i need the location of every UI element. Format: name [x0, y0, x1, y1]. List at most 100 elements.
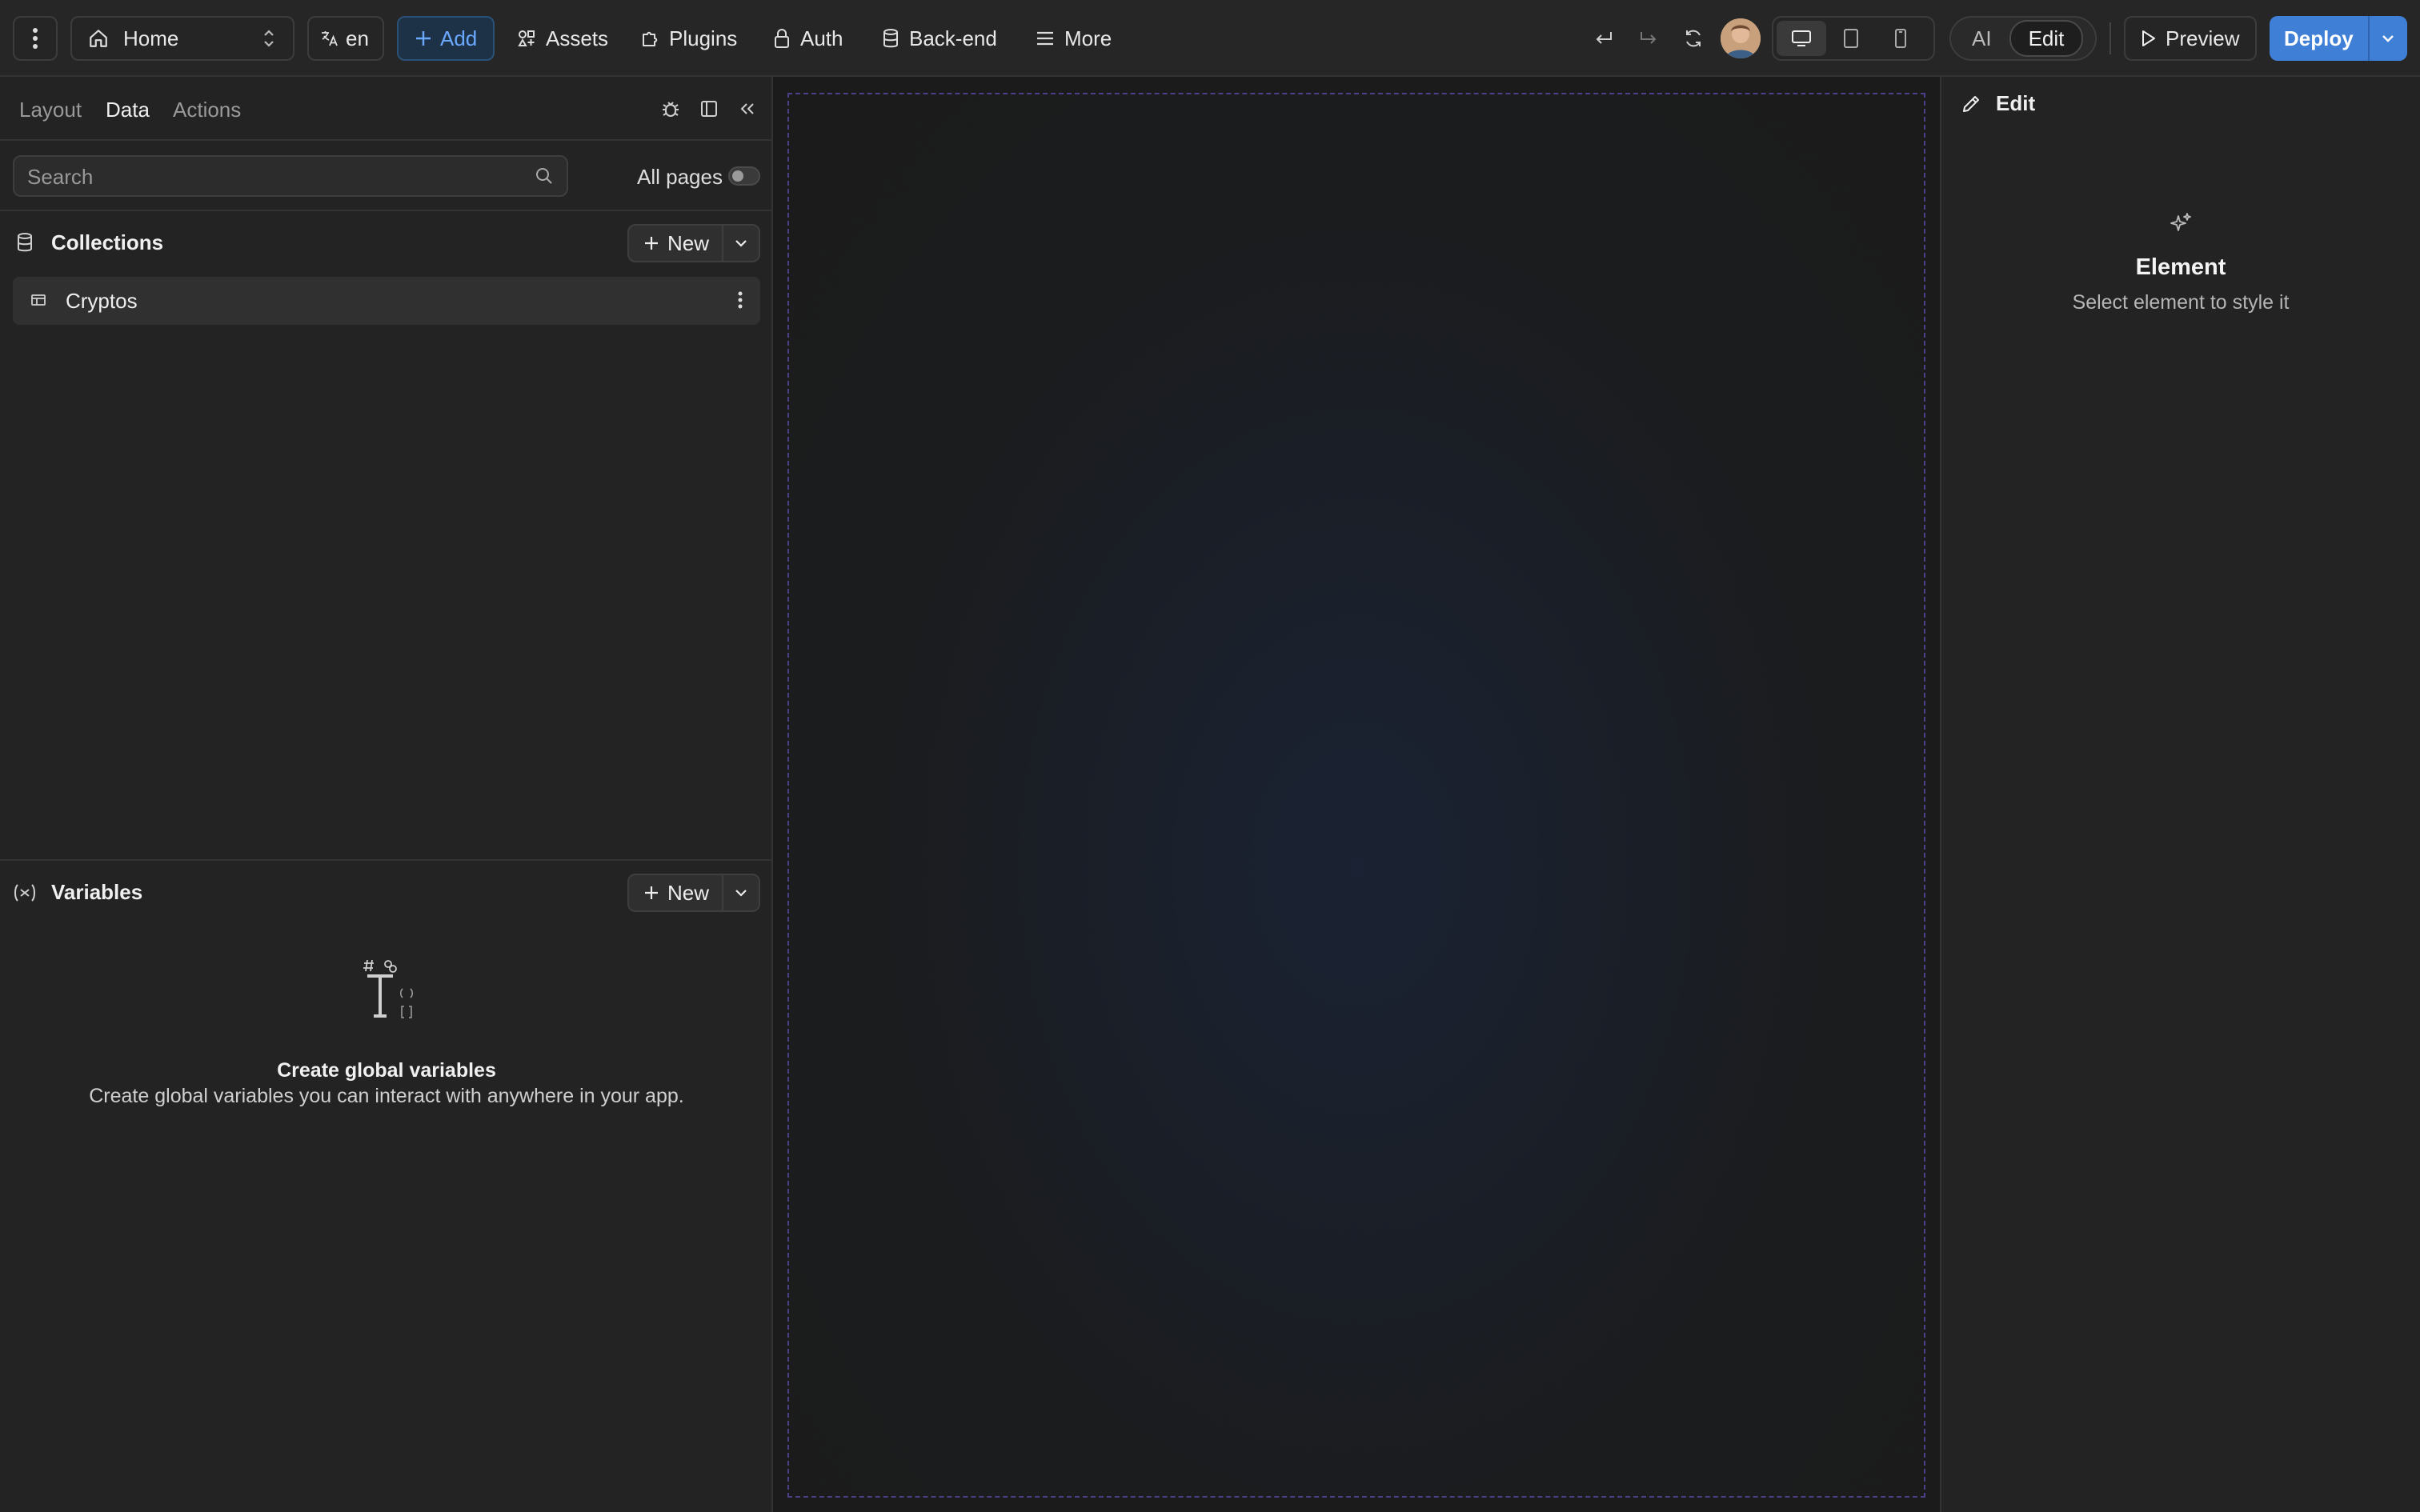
- tab-actions[interactable]: Actions: [173, 98, 241, 122]
- mode-ai-button[interactable]: AI: [1954, 22, 2009, 55]
- nav-assets[interactable]: Assets: [517, 16, 608, 61]
- preview-button[interactable]: Preview: [2124, 16, 2257, 61]
- search-icon: [535, 166, 554, 186]
- device-mobile-button[interactable]: [1876, 21, 1925, 56]
- chevron-down-icon: [735, 239, 747, 247]
- right-panel: Edit Element Select element to style it: [1940, 77, 2420, 1512]
- plus-icon: [415, 30, 432, 47]
- redo-button[interactable]: [1636, 16, 1661, 61]
- collections-new-button[interactable]: New: [629, 226, 722, 261]
- language-label: en: [346, 26, 369, 50]
- edit-header: Edit: [1961, 91, 2035, 116]
- add-button-label: Add: [440, 26, 478, 50]
- variables-header: Variables New: [0, 861, 773, 925]
- tab-layout[interactable]: Layout: [19, 98, 82, 122]
- nav-assets-label: Assets: [546, 26, 609, 50]
- puzzle-icon: [640, 29, 659, 48]
- variables-new-label: New: [667, 880, 709, 905]
- nav-backend[interactable]: Back-end: [882, 16, 997, 61]
- chevron-down-icon: [735, 889, 747, 897]
- database-icon: [16, 232, 34, 253]
- page-selector[interactable]: Home: [70, 16, 294, 61]
- hamburger-icon: [1036, 30, 1055, 46]
- element-subtitle: Select element to style it: [2072, 291, 2290, 314]
- variables-new-options[interactable]: [722, 875, 759, 910]
- plus-icon: [643, 235, 659, 251]
- panel-tabs: Layout Data Actions: [0, 77, 771, 141]
- device-switcher: [1772, 16, 1935, 61]
- nav-backend-label: Back-end: [909, 26, 997, 50]
- pencil-icon: [1961, 94, 1981, 114]
- split-panel-icon[interactable]: [696, 96, 722, 122]
- variables-empty-illustration: [0, 957, 773, 1033]
- chevron-down-icon: [2381, 34, 2395, 43]
- variables-empty-description: Create global variables you can interact…: [89, 1085, 684, 1107]
- collection-item-label: Cryptos: [66, 289, 138, 313]
- editor-canvas-area: [773, 77, 1940, 1512]
- collections-new-options[interactable]: [722, 226, 759, 261]
- redo-icon: [1638, 30, 1659, 47]
- page-canvas[interactable]: [787, 93, 1925, 1498]
- device-desktop-button[interactable]: [1777, 21, 1826, 56]
- refresh-icon: [1683, 28, 1704, 49]
- undo-button[interactable]: [1591, 16, 1617, 61]
- nav-plugins-label: Plugins: [669, 26, 738, 50]
- database-icon: [882, 28, 899, 49]
- assets-icon: [517, 29, 536, 48]
- variables-title: Variables: [51, 880, 143, 904]
- mode-switcher: AI Edit: [1949, 16, 2097, 61]
- search-input[interactable]: [26, 157, 509, 197]
- collections-header: Collections New: [0, 211, 773, 275]
- avatar[interactable]: [1721, 18, 1761, 58]
- text-variable-icon: [347, 957, 427, 1029]
- all-pages-label: All pages: [637, 165, 723, 189]
- deploy-options-button[interactable]: [2367, 16, 2407, 61]
- collections-new-label: New: [667, 230, 709, 255]
- main-menu-button[interactable]: [13, 16, 58, 61]
- home-icon: [88, 28, 109, 49]
- variables-new-group: New: [627, 874, 760, 912]
- kebab-menu-icon[interactable]: [738, 290, 743, 310]
- nav-auth[interactable]: Auth: [773, 16, 843, 61]
- table-icon: [30, 293, 46, 307]
- variable-icon: [13, 883, 37, 902]
- sparkles-icon: [2169, 211, 2193, 235]
- toolbar-divider: [2109, 22, 2111, 54]
- debug-icon[interactable]: [658, 96, 683, 122]
- kebab-menu-icon: [32, 27, 38, 50]
- left-panel: Layout Data Actions All pages Collection…: [0, 77, 773, 1512]
- top-toolbar: Home en Add Assets Plugins Auth Back-end…: [0, 0, 2420, 77]
- deploy-button-group: Deploy: [2270, 16, 2407, 61]
- add-button[interactable]: Add: [397, 16, 495, 61]
- nav-auth-label: Auth: [800, 26, 843, 50]
- nav-plugins[interactable]: Plugins: [640, 16, 737, 61]
- variables-new-button[interactable]: New: [629, 875, 722, 910]
- plus-icon: [643, 885, 659, 901]
- edit-header-label: Edit: [1996, 91, 2036, 115]
- toggle-knob: [732, 170, 743, 182]
- mode-edit-button[interactable]: Edit: [2009, 20, 2084, 57]
- tablet-icon: [1843, 28, 1859, 49]
- mobile-icon: [1894, 28, 1907, 49]
- refresh-button[interactable]: [1681, 16, 1706, 61]
- collapse-panel-icon[interactable]: [735, 96, 760, 122]
- collections-title: Collections: [51, 230, 164, 254]
- search-field: [13, 155, 568, 197]
- element-title: Element: [2135, 254, 2226, 280]
- all-pages-toggle[interactable]: [728, 166, 760, 186]
- collections-new-group: New: [627, 224, 760, 262]
- lock-icon: [773, 28, 791, 49]
- collection-item-cryptos[interactable]: Cryptos: [13, 277, 760, 325]
- deploy-button[interactable]: Deploy: [2270, 16, 2368, 61]
- device-tablet-button[interactable]: [1826, 21, 1876, 56]
- play-icon: [2140, 30, 2156, 47]
- tab-data[interactable]: Data: [106, 98, 150, 122]
- nav-more-label: More: [1064, 26, 1112, 50]
- preview-button-label: Preview: [2166, 26, 2240, 50]
- page-selector-label: Home: [123, 26, 179, 50]
- variables-empty-title: Create global variables: [277, 1059, 496, 1082]
- desktop-icon: [1791, 30, 1812, 47]
- nav-more[interactable]: More: [1036, 16, 1112, 61]
- language-button[interactable]: en: [307, 16, 384, 61]
- translate-icon: [320, 30, 339, 47]
